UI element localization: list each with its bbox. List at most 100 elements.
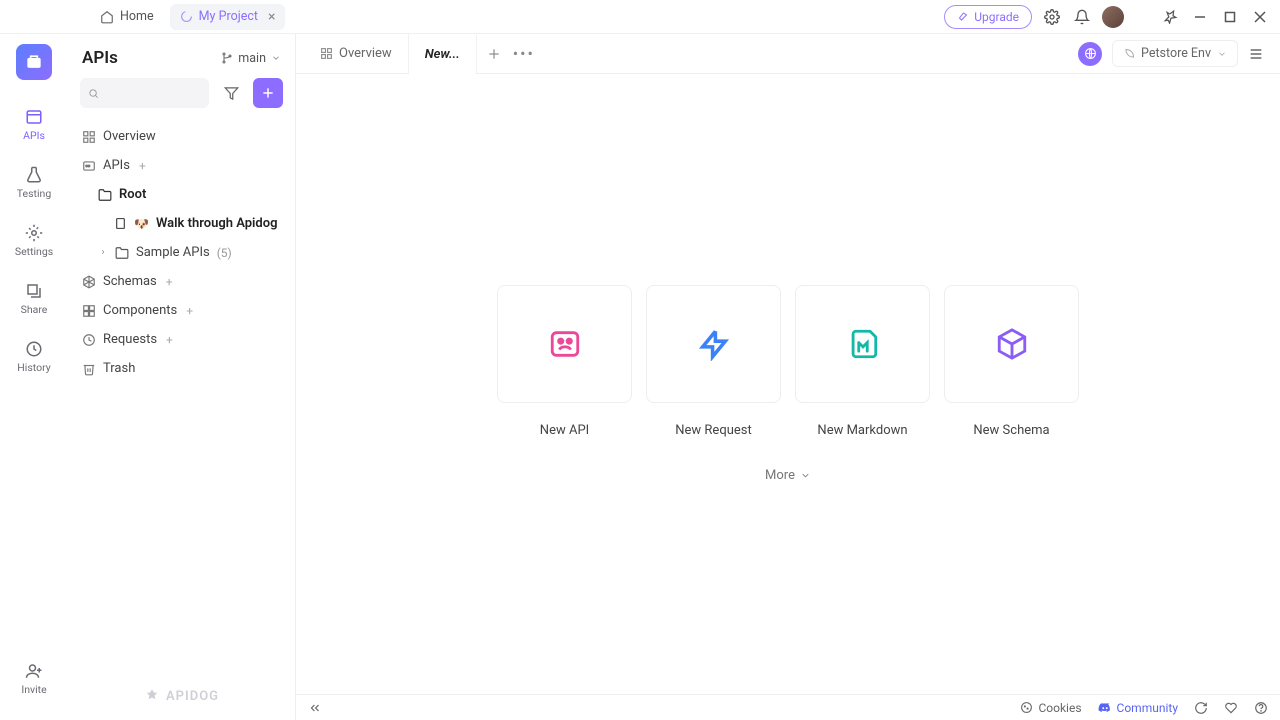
card-new-api[interactable]: [497, 285, 632, 403]
tree-label: Root: [119, 187, 146, 202]
filter-button[interactable]: [217, 78, 245, 108]
statusbar: Cookies Community: [296, 694, 1280, 720]
close-button[interactable]: [1250, 11, 1270, 23]
env-selector[interactable]: Petstore Env: [1112, 40, 1238, 67]
tree-components[interactable]: Components +: [74, 296, 289, 325]
content: New API New Request New Markdown New Sch…: [296, 74, 1280, 694]
maximize-button[interactable]: [1220, 11, 1240, 23]
branch-selector[interactable]: main: [221, 51, 281, 66]
env-badge[interactable]: [1078, 42, 1102, 66]
card-new-schema[interactable]: [944, 285, 1079, 403]
collapse-sidebar-button[interactable]: [308, 701, 322, 715]
card-label: New API: [540, 423, 589, 438]
sb-label: Community: [1117, 701, 1178, 715]
sb-community[interactable]: Community: [1098, 701, 1178, 715]
dog-emoji-icon: 🐶: [134, 217, 149, 231]
tree-root[interactable]: Root: [74, 180, 289, 209]
sidebar-header: APIs main: [68, 34, 295, 78]
rail-item-apis[interactable]: APIs: [6, 100, 62, 150]
close-icon[interactable]: ×: [268, 9, 275, 25]
tab-actions: •••: [487, 44, 535, 63]
tree-requests[interactable]: Requests +: [74, 325, 289, 354]
titlebar-right: Upgrade: [944, 5, 1270, 29]
hamburger-icon[interactable]: [1248, 46, 1264, 62]
sidebar-tools: [68, 78, 295, 118]
sb-help-button[interactable]: [1254, 701, 1268, 715]
rail-label: Testing: [17, 187, 51, 200]
heart-icon: [1224, 701, 1238, 715]
minimize-button[interactable]: [1190, 11, 1210, 23]
tab-label: New...: [425, 47, 460, 62]
tree-add-icon[interactable]: +: [186, 304, 193, 318]
chevron-right-icon: ›: [98, 247, 108, 258]
more-tabs-button[interactable]: •••: [513, 44, 535, 63]
sb-label: Cookies: [1038, 701, 1081, 715]
tree-walkthrough[interactable]: 🐶 Walk through Apidog: [74, 209, 289, 238]
tree-apis[interactable]: APIs +: [74, 151, 289, 180]
env-label: Petstore Env: [1141, 46, 1211, 61]
requests-icon: [82, 333, 96, 347]
schemas-icon: [82, 275, 96, 289]
tab-new[interactable]: New...: [409, 34, 477, 74]
tree-label: APIs: [103, 158, 130, 173]
branch-label: main: [238, 51, 266, 66]
more-button[interactable]: More: [765, 468, 811, 483]
card-new-request[interactable]: [646, 285, 781, 403]
tab-project[interactable]: My Project ×: [170, 4, 286, 30]
card-label: New Schema: [973, 423, 1049, 438]
overview-icon: [82, 130, 96, 144]
request-card-icon: [697, 327, 731, 361]
sidebar: APIs main Overview APIs + Roo: [68, 34, 296, 720]
folder-icon: [98, 188, 112, 202]
bell-icon[interactable]: [1072, 7, 1092, 27]
tree-add-icon[interactable]: +: [166, 275, 173, 289]
chevron-down-icon: [1217, 49, 1227, 59]
tree-schemas[interactable]: Schemas +: [74, 267, 289, 296]
search-input-wrap[interactable]: [80, 78, 209, 108]
sb-cookies[interactable]: Cookies: [1020, 701, 1081, 715]
gear-icon[interactable]: [1042, 7, 1062, 27]
sidebar-title: APIs: [82, 48, 118, 68]
sb-feedback-button[interactable]: [1224, 701, 1238, 715]
brand-icon: [144, 688, 160, 704]
search-input[interactable]: [105, 86, 201, 100]
tree-add-icon[interactable]: +: [166, 333, 173, 347]
rail-label: History: [17, 361, 50, 374]
rail-item-testing[interactable]: Testing: [6, 158, 62, 208]
card-new-markdown[interactable]: [795, 285, 930, 403]
search-icon: [88, 87, 99, 100]
pin-icon[interactable]: [1160, 7, 1180, 27]
card-label: New Markdown: [817, 423, 907, 438]
tree-add-icon[interactable]: +: [139, 159, 146, 173]
upgrade-button[interactable]: Upgrade: [944, 5, 1032, 29]
tree-label: Sample APIs: [136, 245, 210, 260]
rail-item-invite[interactable]: Invite: [6, 654, 62, 704]
sb-sync-button[interactable]: [1194, 701, 1208, 715]
avatar[interactable]: [1102, 6, 1124, 28]
branch-icon: [221, 52, 233, 64]
tree-sample-apis[interactable]: › Sample APIs (5): [74, 238, 289, 267]
tree-trash[interactable]: Trash: [74, 354, 289, 383]
rail-label: Invite: [21, 683, 46, 696]
rocket-icon: [957, 11, 969, 23]
add-button[interactable]: [253, 78, 283, 108]
tree-label: Requests: [103, 332, 157, 347]
tab-home-label: Home: [120, 9, 154, 24]
new-tab-button[interactable]: [487, 47, 501, 61]
tab-overview[interactable]: Overview: [304, 34, 409, 74]
brand-text: APIDOG: [166, 689, 219, 704]
chevrons-left-icon: [308, 701, 322, 715]
help-icon: [1254, 701, 1268, 715]
tab-home[interactable]: Home: [90, 4, 164, 29]
invite-icon: [25, 662, 43, 680]
rail-item-history[interactable]: History: [6, 332, 62, 382]
tree-overview[interactable]: Overview: [74, 122, 289, 151]
settings-icon: [25, 224, 43, 242]
rail-label: Share: [21, 303, 48, 316]
rail-item-share[interactable]: Share: [6, 274, 62, 324]
rail-item-settings[interactable]: Settings: [6, 216, 62, 266]
plus-icon: [261, 86, 275, 100]
testing-icon: [25, 166, 43, 184]
app-logo[interactable]: [16, 44, 52, 80]
more-label: More: [765, 468, 795, 483]
